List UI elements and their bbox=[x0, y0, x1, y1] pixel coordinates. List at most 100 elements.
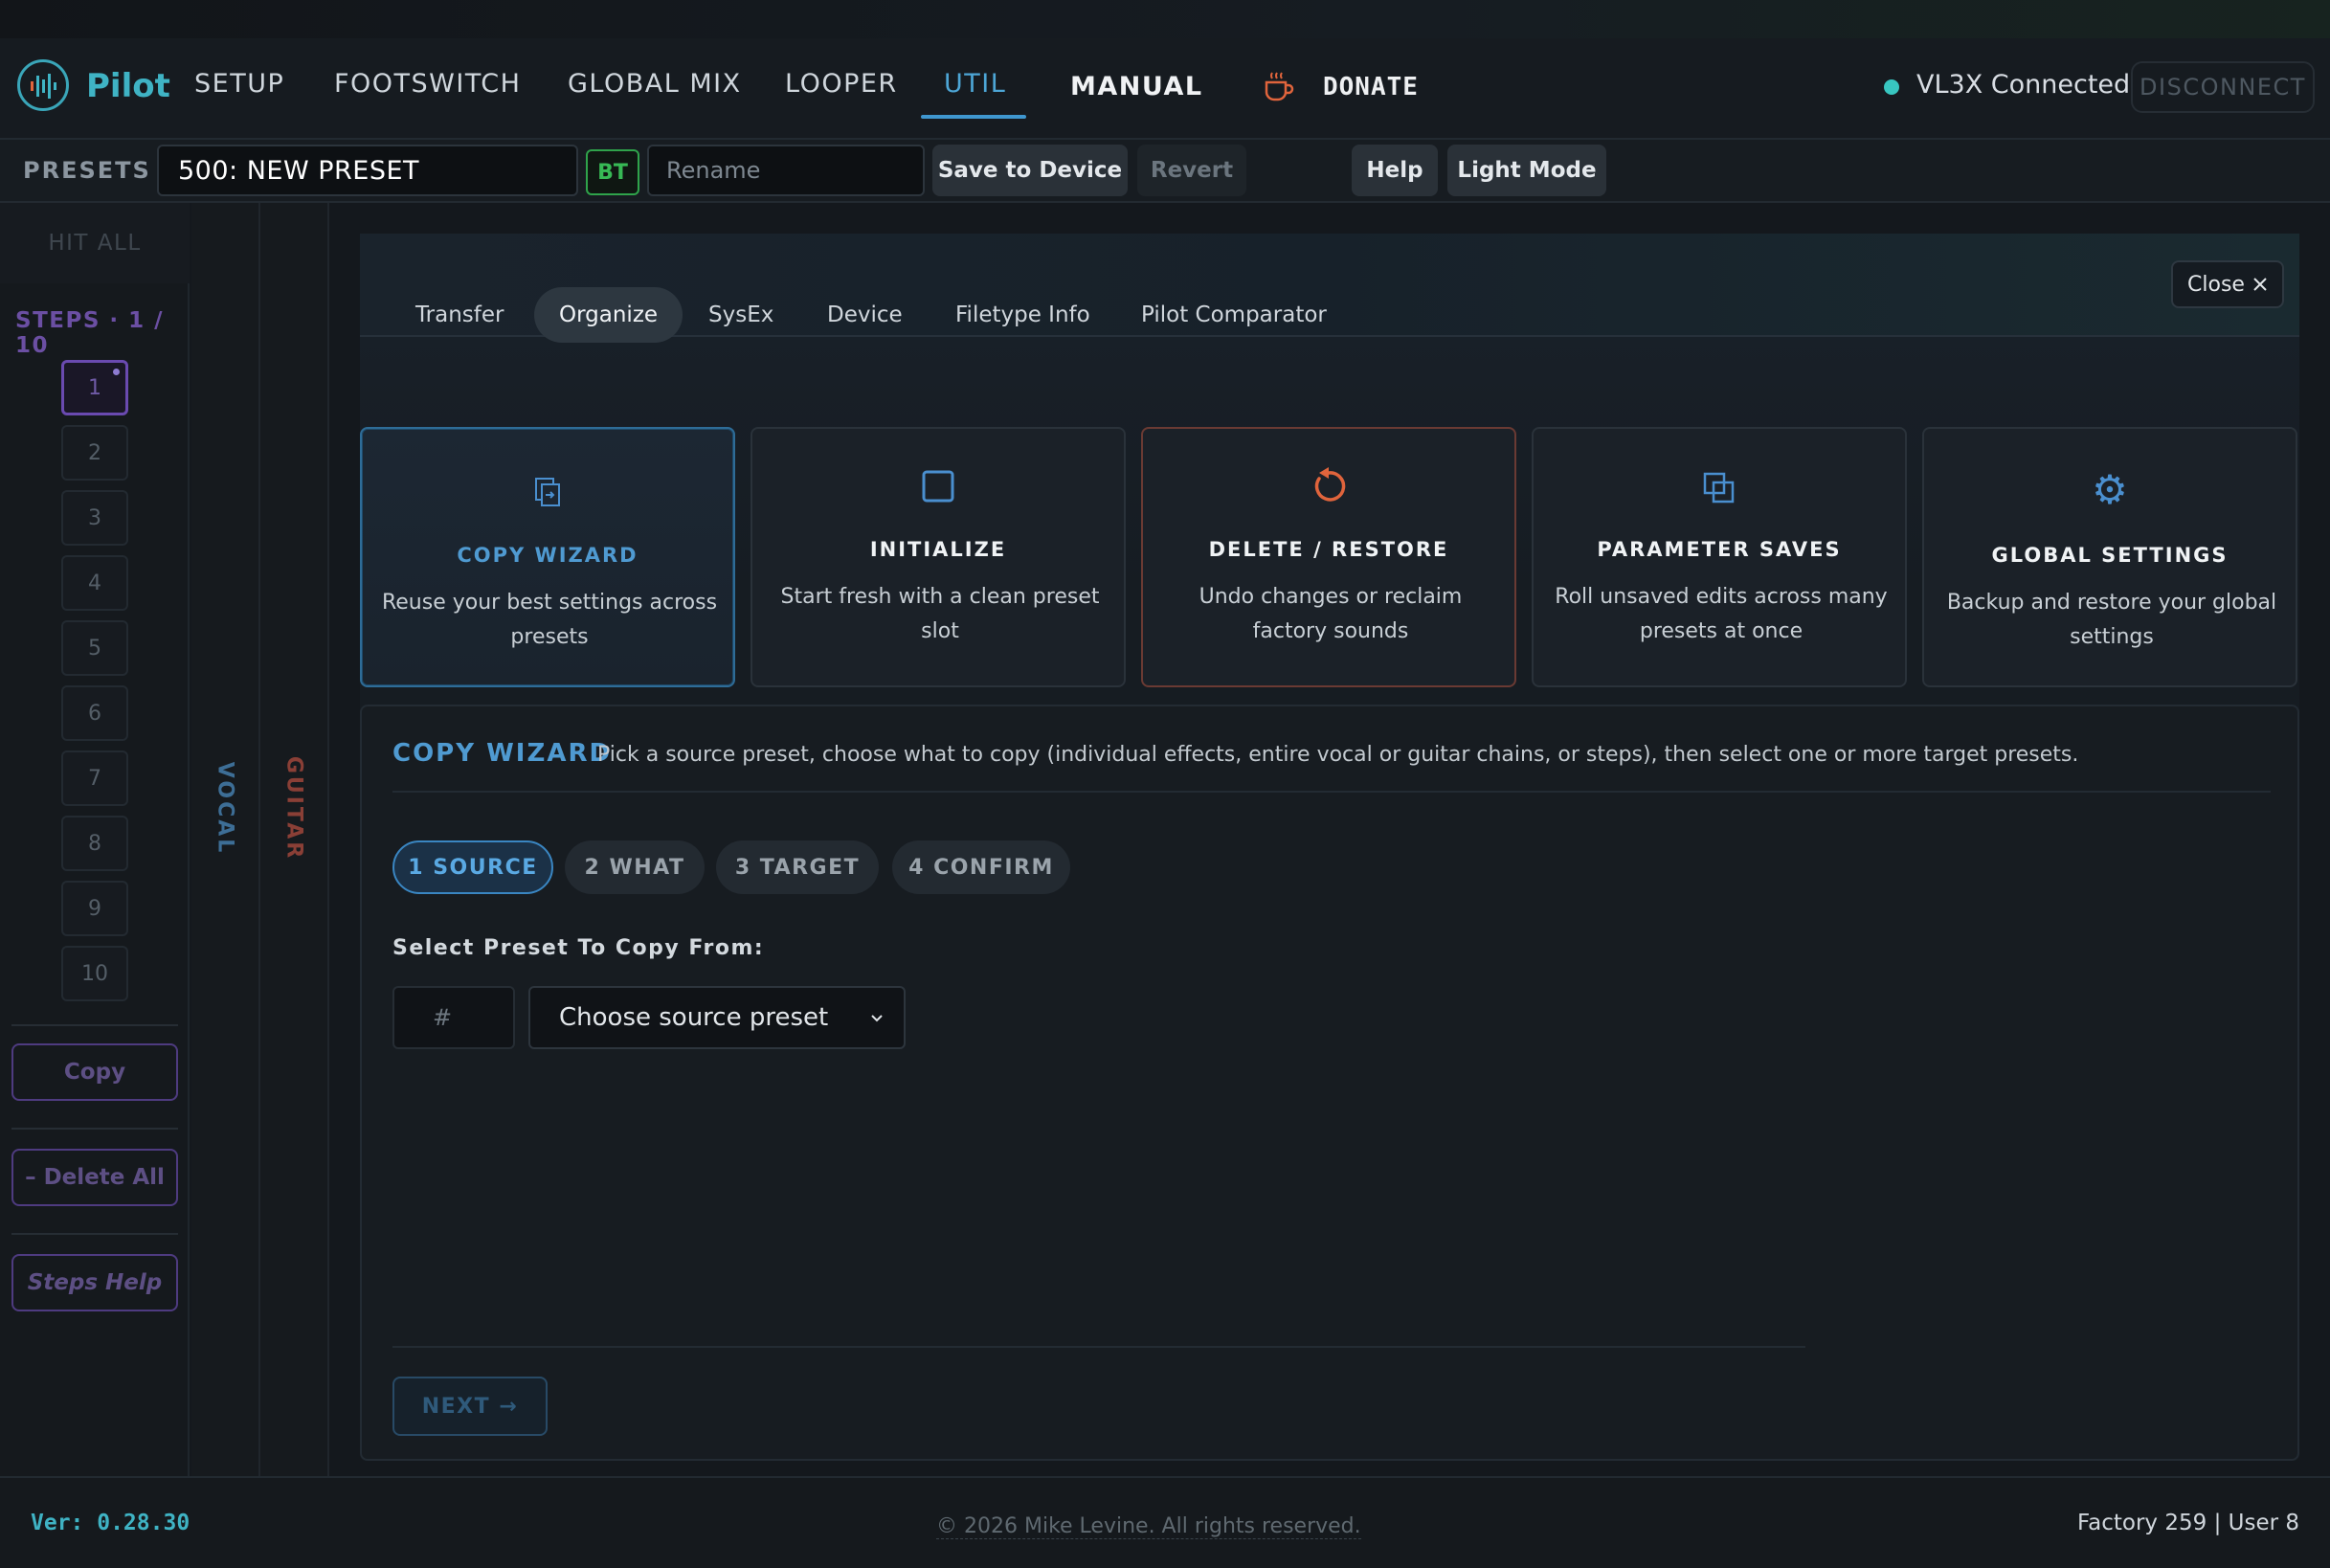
source-preset-select[interactable]: Choose source preset bbox=[528, 986, 906, 1049]
select-source-label: Select Preset To Copy From: bbox=[392, 936, 765, 960]
layers-icon bbox=[1703, 472, 1735, 504]
version-label: Ver: 0.28.30 bbox=[31, 1511, 190, 1535]
step-10[interactable]: 10 bbox=[61, 946, 128, 1001]
sidebar-divider bbox=[11, 1024, 178, 1026]
step-label: 1 bbox=[88, 375, 101, 400]
vocal-label: VOCAL bbox=[213, 761, 237, 856]
steps-title: STEPS · 1 / 10 bbox=[15, 308, 165, 358]
card-title: GLOBAL SETTINGS bbox=[1991, 544, 2229, 567]
step-3[interactable]: 3 bbox=[61, 490, 128, 546]
step-9[interactable]: 9 bbox=[61, 881, 128, 936]
card-title: DELETE / RESTORE bbox=[1208, 538, 1449, 561]
step-active-dot-icon bbox=[113, 369, 120, 375]
save-to-device-button[interactable]: Save to Device bbox=[932, 145, 1128, 196]
light-mode-button[interactable]: Light Mode bbox=[1447, 145, 1606, 196]
steps-help-button[interactable]: Steps Help bbox=[11, 1254, 178, 1311]
disconnect-button[interactable]: DISCONNECT bbox=[2131, 61, 2315, 113]
revert-button[interactable]: Revert bbox=[1137, 145, 1246, 196]
nav-looper[interactable]: LOOPER bbox=[785, 69, 898, 99]
guitar-label: GUITAR bbox=[281, 755, 306, 862]
chevron-down-icon bbox=[871, 1015, 883, 1022]
preset-number-input[interactable]: # bbox=[392, 986, 515, 1049]
nav-footswitch[interactable]: FOOTSWITCH bbox=[334, 69, 521, 99]
restore-icon bbox=[1314, 467, 1346, 502]
preset-bar: PRESETS 500: NEW PRESET BT Rename Save t… bbox=[0, 140, 2330, 203]
top-nav: Pilot SETUP FOOTSWITCH GLOBAL MIX LOOPER… bbox=[0, 38, 2330, 140]
tab-filetype-info[interactable]: Filetype Info bbox=[955, 287, 1090, 343]
guitar-column[interactable]: GUITAR bbox=[260, 203, 329, 1476]
help-button[interactable]: Help bbox=[1352, 145, 1438, 196]
sidebar-divider bbox=[11, 1128, 178, 1130]
card-description: Backup and restore your global settings bbox=[1946, 591, 2277, 649]
active-nav-underline bbox=[921, 115, 1026, 119]
pilot-logo-icon bbox=[17, 59, 69, 111]
step-2[interactable]: 2 bbox=[61, 425, 128, 481]
preset-counts: Factory 259 | User 8 bbox=[2077, 1511, 2299, 1535]
wizard-divider bbox=[392, 791, 2271, 793]
card-title: INITIALIZE bbox=[869, 538, 1007, 561]
util-panel: Transfer Organize SysEx Device Filetype … bbox=[360, 234, 2299, 1461]
tab-sysex[interactable]: SysEx bbox=[708, 287, 773, 343]
copy-wizard-panel: COPY WIZARD Pick a source preset, choose… bbox=[360, 705, 2299, 1461]
tab-organize[interactable]: Organize bbox=[534, 287, 683, 343]
wizard-step-confirm[interactable]: 4 CONFIRM bbox=[892, 840, 1070, 894]
bt-badge[interactable]: BT bbox=[586, 149, 639, 195]
window-top-strip bbox=[0, 0, 2330, 38]
card-description: Start fresh with a clean preset slot bbox=[780, 585, 1100, 643]
wizard-step-source[interactable]: 1 SOURCE bbox=[392, 840, 553, 894]
nav-util[interactable]: UTIL bbox=[944, 69, 1006, 99]
step-8[interactable]: 8 bbox=[61, 816, 128, 871]
tab-transfer[interactable]: Transfer bbox=[415, 287, 504, 343]
source-preset-value: Choose source preset bbox=[559, 1003, 829, 1032]
hit-all-button[interactable]: HIT ALL bbox=[0, 203, 190, 283]
tab-device[interactable]: Device bbox=[827, 287, 903, 343]
close-icon bbox=[2253, 278, 2267, 291]
wizard-step-what[interactable]: 2 WHAT bbox=[565, 840, 705, 894]
footer: Ver: 0.28.30 © 2026 Mike Levine. All rig… bbox=[0, 1476, 2330, 1568]
wizard-description: Pick a source preset, choose what to cop… bbox=[597, 743, 2079, 767]
sidebar-divider bbox=[11, 1233, 178, 1235]
global-settings-card[interactable]: ⚙ GLOBAL SETTINGS Backup and restore you… bbox=[1922, 427, 2297, 687]
presets-label: PRESETS bbox=[23, 157, 151, 184]
delete-all-steps-button[interactable]: – Delete All bbox=[11, 1149, 178, 1206]
util-tabs: Transfer Organize SysEx Device Filetype … bbox=[360, 234, 2299, 343]
delete-restore-card[interactable]: DELETE / RESTORE Undo changes or reclaim… bbox=[1141, 427, 1516, 687]
connection-status-icon bbox=[1884, 79, 1899, 95]
step-5[interactable]: 5 bbox=[61, 620, 128, 676]
nav-global-mix[interactable]: GLOBAL MIX bbox=[568, 69, 742, 99]
card-description: Roll unsaved edits across many presets a… bbox=[1555, 585, 1888, 643]
nav-setup[interactable]: SETUP bbox=[194, 69, 284, 99]
copyright-link[interactable]: © 2026 Mike Levine. All rights reserved. bbox=[936, 1514, 1361, 1539]
wizard-step-target[interactable]: 3 TARGET bbox=[716, 840, 879, 894]
nav-manual[interactable]: MANUAL bbox=[1070, 72, 1203, 101]
tab-pilot-comparator[interactable]: Pilot Comparator bbox=[1141, 287, 1327, 343]
close-button[interactable]: Close bbox=[2171, 260, 2284, 308]
card-description: Undo changes or reclaim factory sounds bbox=[1199, 585, 1463, 643]
square-icon bbox=[922, 470, 954, 503]
rename-input[interactable]: Rename bbox=[647, 145, 925, 196]
wizard-title: COPY WIZARD bbox=[392, 739, 613, 768]
wizard-bottom-divider bbox=[392, 1346, 1805, 1348]
step-1[interactable]: 1 bbox=[61, 360, 128, 415]
app-name: Pilot bbox=[86, 67, 170, 105]
card-title: PARAMETER SAVES bbox=[1597, 538, 1842, 561]
copy-wizard-card[interactable]: COPY WIZARD Reuse your best settings acr… bbox=[360, 427, 735, 687]
copy-icon bbox=[535, 478, 560, 506]
connection-status: VL3X Connected bbox=[1916, 70, 2131, 100]
preset-selector[interactable]: 500: NEW PRESET bbox=[157, 145, 578, 196]
close-label: Close bbox=[2187, 272, 2245, 297]
donate-link[interactable]: DONATE bbox=[1323, 73, 1419, 101]
step-4[interactable]: 4 bbox=[61, 555, 128, 611]
steps-sidebar: HIT ALL STEPS · 1 / 10 1 2 3 4 5 6 7 8 9… bbox=[0, 203, 190, 1476]
vocal-column[interactable]: VOCAL bbox=[191, 203, 260, 1476]
step-7[interactable]: 7 bbox=[61, 750, 128, 806]
step-6[interactable]: 6 bbox=[61, 685, 128, 741]
initialize-card[interactable]: INITIALIZE Start fresh with a clean pres… bbox=[751, 427, 1126, 687]
coffee-cup-icon[interactable] bbox=[1262, 69, 1296, 107]
parameter-saves-card[interactable]: PARAMETER SAVES Roll unsaved edits acros… bbox=[1532, 427, 1907, 687]
gear-icon: ⚙ bbox=[2092, 466, 2128, 513]
copy-step-button[interactable]: Copy bbox=[11, 1043, 178, 1101]
next-button[interactable]: NEXT → bbox=[392, 1377, 548, 1436]
card-title: COPY WIZARD bbox=[457, 544, 639, 567]
card-description: Reuse your best settings across presets bbox=[381, 591, 718, 649]
